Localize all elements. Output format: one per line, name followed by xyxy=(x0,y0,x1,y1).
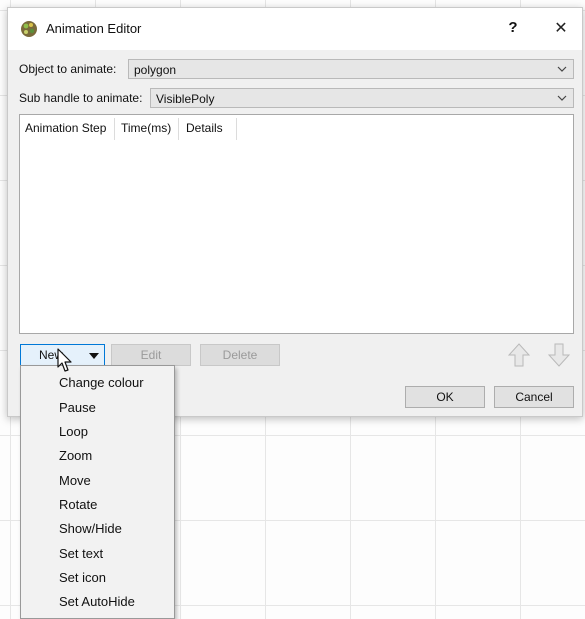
menu-item-move[interactable]: Move xyxy=(59,473,91,488)
menu-item-show-hide[interactable]: Show/Hide xyxy=(59,521,122,536)
close-button[interactable]: ✕ xyxy=(548,18,574,40)
sub-handle-value: VisiblePoly xyxy=(156,92,215,106)
new-animation-menu: Change colour Pause Loop Zoom Move Rotat… xyxy=(20,365,175,619)
menu-item-set-text[interactable]: Set text xyxy=(59,546,103,561)
chevron-down-icon xyxy=(557,95,567,101)
caret-down-icon xyxy=(89,353,99,359)
edit-button[interactable]: Edit xyxy=(111,344,191,366)
cancel-button[interactable]: Cancel xyxy=(494,386,574,408)
chevron-down-icon xyxy=(557,66,567,72)
menu-item-zoom[interactable]: Zoom xyxy=(59,448,92,463)
menu-item-set-icon[interactable]: Set icon xyxy=(59,570,106,585)
column-divider xyxy=(114,118,115,140)
column-divider xyxy=(236,118,237,140)
column-divider xyxy=(178,118,179,140)
sub-handle-label: Sub handle to animate: xyxy=(19,91,143,105)
object-to-animate-value: polygon xyxy=(134,63,177,77)
animation-editor-dialog: Animation Editor ? ✕ Object to animate: … xyxy=(7,7,583,417)
menu-item-rotate[interactable]: Rotate xyxy=(59,497,97,512)
column-header-animation-step[interactable]: Animation Step xyxy=(25,121,106,135)
object-to-animate-select[interactable]: polygon xyxy=(128,59,574,79)
column-header-time[interactable]: Time(ms) xyxy=(121,121,171,135)
menu-item-change-colour[interactable]: Change colour xyxy=(59,375,144,390)
column-header-details[interactable]: Details xyxy=(186,121,223,135)
sub-handle-select[interactable]: VisiblePoly xyxy=(150,88,574,108)
menu-item-loop[interactable]: Loop xyxy=(59,424,88,439)
arrow-up-icon[interactable] xyxy=(507,342,531,368)
palette-icon xyxy=(21,21,37,37)
ok-button[interactable]: OK xyxy=(405,386,485,408)
help-button[interactable]: ? xyxy=(502,19,524,39)
arrow-down-icon[interactable] xyxy=(547,342,571,368)
animation-steps-list[interactable]: Animation Step Time(ms) Details xyxy=(19,114,574,334)
delete-button[interactable]: Delete xyxy=(200,344,280,366)
window-title: Animation Editor xyxy=(46,21,142,36)
mouse-pointer-icon xyxy=(57,348,72,372)
title-bar: Animation Editor ? ✕ xyxy=(8,8,582,50)
menu-item-pause[interactable]: Pause xyxy=(59,400,96,415)
menu-item-set-autohide[interactable]: Set AutoHide xyxy=(59,594,135,609)
object-to-animate-label: Object to animate: xyxy=(19,62,117,76)
